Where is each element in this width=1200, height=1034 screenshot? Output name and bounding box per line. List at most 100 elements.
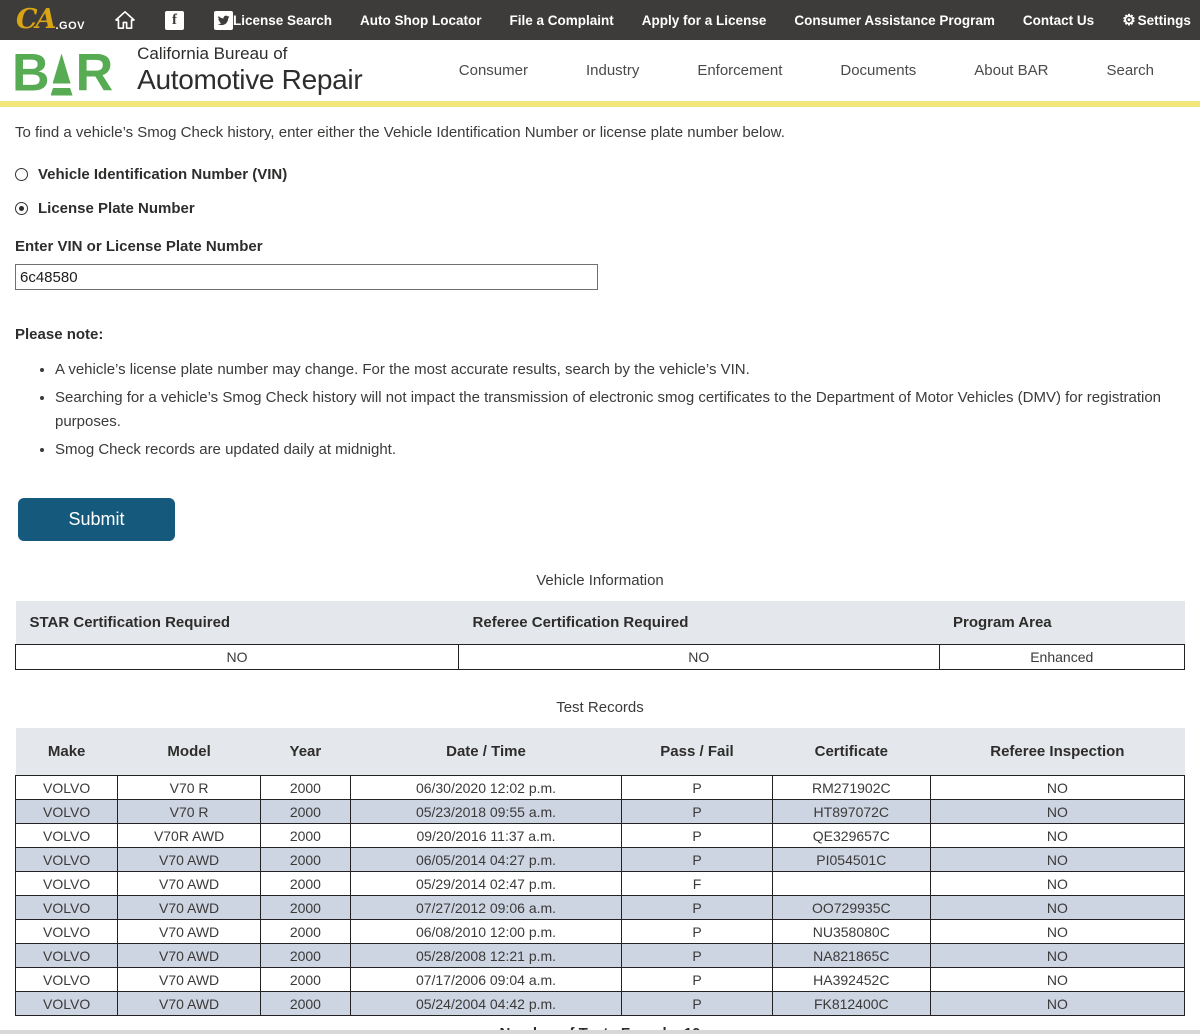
submit-button[interactable]: Submit [18,498,175,541]
test-record-cell: NO [930,776,1184,800]
test-record-cell: 2000 [260,992,350,1016]
radio-icon[interactable] [15,202,28,215]
org-name-line2: Automotive Repair [137,64,362,96]
test-record-cell: 2000 [260,920,350,944]
home-icon[interactable] [115,11,135,29]
facebook-icon[interactable]: f [165,11,184,30]
test-record-cell: F [622,872,773,896]
test-record-row: VOLVOV70 AWD200006/08/2010 12:00 p.m.PNU… [16,920,1185,944]
main-nav-link[interactable]: Enforcement [697,62,782,79]
main-nav-link[interactable]: Industry [586,62,639,79]
radio-option[interactable]: Vehicle Identification Number (VIN) [15,166,1185,183]
topbar-link[interactable]: Apply for a License [642,13,767,28]
test-record-cell: RM271902C [772,776,930,800]
bar-logo-letter-b: B [12,49,48,96]
test-records-header-row: MakeModelYearDate / TimePass / FailCerti… [16,728,1185,776]
test-record-row: VOLVOV70R AWD200009/20/2016 11:37 a.m.PQ… [16,824,1185,848]
test-record-row: VOLVOV70 R200005/23/2018 09:55 a.m.PHT89… [16,800,1185,824]
test-record-cell: PI054501C [772,848,930,872]
vehicle-info-value-cell: NO [459,645,939,670]
topbar-left: CA .GOV f [16,8,233,32]
test-record-cell: NO [930,968,1184,992]
test-record-cell: 09/20/2016 11:37 a.m. [350,824,621,848]
vehicle-info-header-cell: STAR Certification Required [16,601,459,645]
test-record-cell: V70 AWD [118,872,261,896]
test-record-cell: P [622,824,773,848]
test-records-header-cell: Referee Inspection [930,728,1184,776]
test-record-cell: 05/29/2014 02:47 p.m. [350,872,621,896]
test-records-header-cell: Pass / Fail [622,728,773,776]
org-name: California Bureau of Automotive Repair [137,45,362,96]
test-record-cell: P [622,896,773,920]
topbar-link[interactable]: File a Complaint [510,13,614,28]
top-utility-bar: CA .GOV f License Search Auto Shop Locato… [0,0,1200,40]
test-record-cell: NO [930,944,1184,968]
ca-gov-logo-gov: .GOV [55,20,85,32]
test-record-cell: 2000 [260,824,350,848]
test-record-cell: NO [930,872,1184,896]
ca-gov-logo[interactable]: CA .GOV [16,8,85,32]
note-item: Smog Check records are updated daily at … [55,438,1185,461]
site-header: B R California Bureau of Automotive Repa… [0,40,1200,107]
test-record-cell: VOLVO [16,992,118,1016]
main-nav-link[interactable]: About BAR [974,62,1048,79]
test-record-cell: 06/05/2014 04:27 p.m. [350,848,621,872]
page: CA .GOV f License Search Auto Shop Locato… [0,0,1200,1034]
settings-button[interactable]: ⚙Settings [1122,13,1191,28]
test-record-cell: P [622,920,773,944]
test-record-cell: NO [930,824,1184,848]
main-nav-link[interactable]: Consumer [459,62,528,79]
test-records-header-cell: Year [260,728,350,776]
test-record-cell: NO [930,920,1184,944]
test-record-cell: 2000 [260,872,350,896]
radio-label: License Plate Number [38,200,195,217]
topbar-link[interactable]: License Search [233,13,332,28]
main-nav: Consumer Industry Enforcement Documents Abou… [459,62,1154,79]
vehicle-info-header-cell: Referee Certification Required [459,601,939,645]
twitter-icon[interactable] [214,11,233,30]
vehicle-info-value-cell: NO [16,645,459,670]
main-nav-link[interactable]: Search [1106,62,1154,79]
test-record-cell: VOLVO [16,920,118,944]
note-title: Please note: [15,326,1185,343]
test-record-cell: V70 AWD [118,944,261,968]
bottom-divider [0,1030,1200,1034]
bar-logo[interactable]: B R [12,46,111,96]
main-nav-link[interactable]: Documents [840,62,916,79]
radio-group: Vehicle Identification Number (VIN) Licen… [15,166,1185,217]
test-record-row: VOLVOV70 AWD200005/28/2008 12:21 p.m.PNA… [16,944,1185,968]
test-record-cell: HT897072C [772,800,930,824]
radio-option[interactable]: License Plate Number [15,200,1185,217]
test-record-cell: OO729935C [772,896,930,920]
test-record-cell: VOLVO [16,800,118,824]
vin-input[interactable] [15,264,598,290]
test-record-row: VOLVOV70 AWD200007/27/2012 09:06 a.m.POO… [16,896,1185,920]
test-record-cell: V70 AWD [118,896,261,920]
test-record-cell: 2000 [260,968,350,992]
test-record-cell: NO [930,992,1184,1016]
test-record-cell: FK812400C [772,992,930,1016]
test-record-cell: 2000 [260,848,350,872]
vehicle-info-title: Vehicle Information [15,572,1185,589]
test-records-header-cell: Certificate [772,728,930,776]
radio-icon[interactable] [15,168,28,181]
test-records-header-cell: Date / Time [350,728,621,776]
test-record-row: VOLVOV70 AWD200005/24/2004 04:42 p.m.PFK… [16,992,1185,1016]
topbar-link[interactable]: Auto Shop Locator [360,13,482,28]
note-item: A vehicle’s license plate number may cha… [55,358,1185,381]
test-record-row: VOLVOV70 AWD200005/29/2014 02:47 p.m.FNO [16,872,1185,896]
topbar-link[interactable]: Contact Us [1023,13,1094,28]
test-record-cell: V70 R [118,800,261,824]
test-record-cell: NO [930,896,1184,920]
test-record-cell: V70 AWD [118,920,261,944]
bar-logo-letter-r: R [76,49,112,96]
test-records-title: Test Records [15,699,1185,716]
test-record-cell: 07/27/2012 09:06 a.m. [350,896,621,920]
test-record-cell: QE329657C [772,824,930,848]
topbar-link[interactable]: Consumer Assistance Program [794,13,995,28]
vehicle-info-header-cell: Program Area [939,601,1185,645]
test-records-header-cell: Model [118,728,261,776]
test-record-cell: VOLVO [16,776,118,800]
vehicle-info-header-row: STAR Certification RequiredReferee Certi… [16,601,1185,645]
test-record-cell: VOLVO [16,944,118,968]
